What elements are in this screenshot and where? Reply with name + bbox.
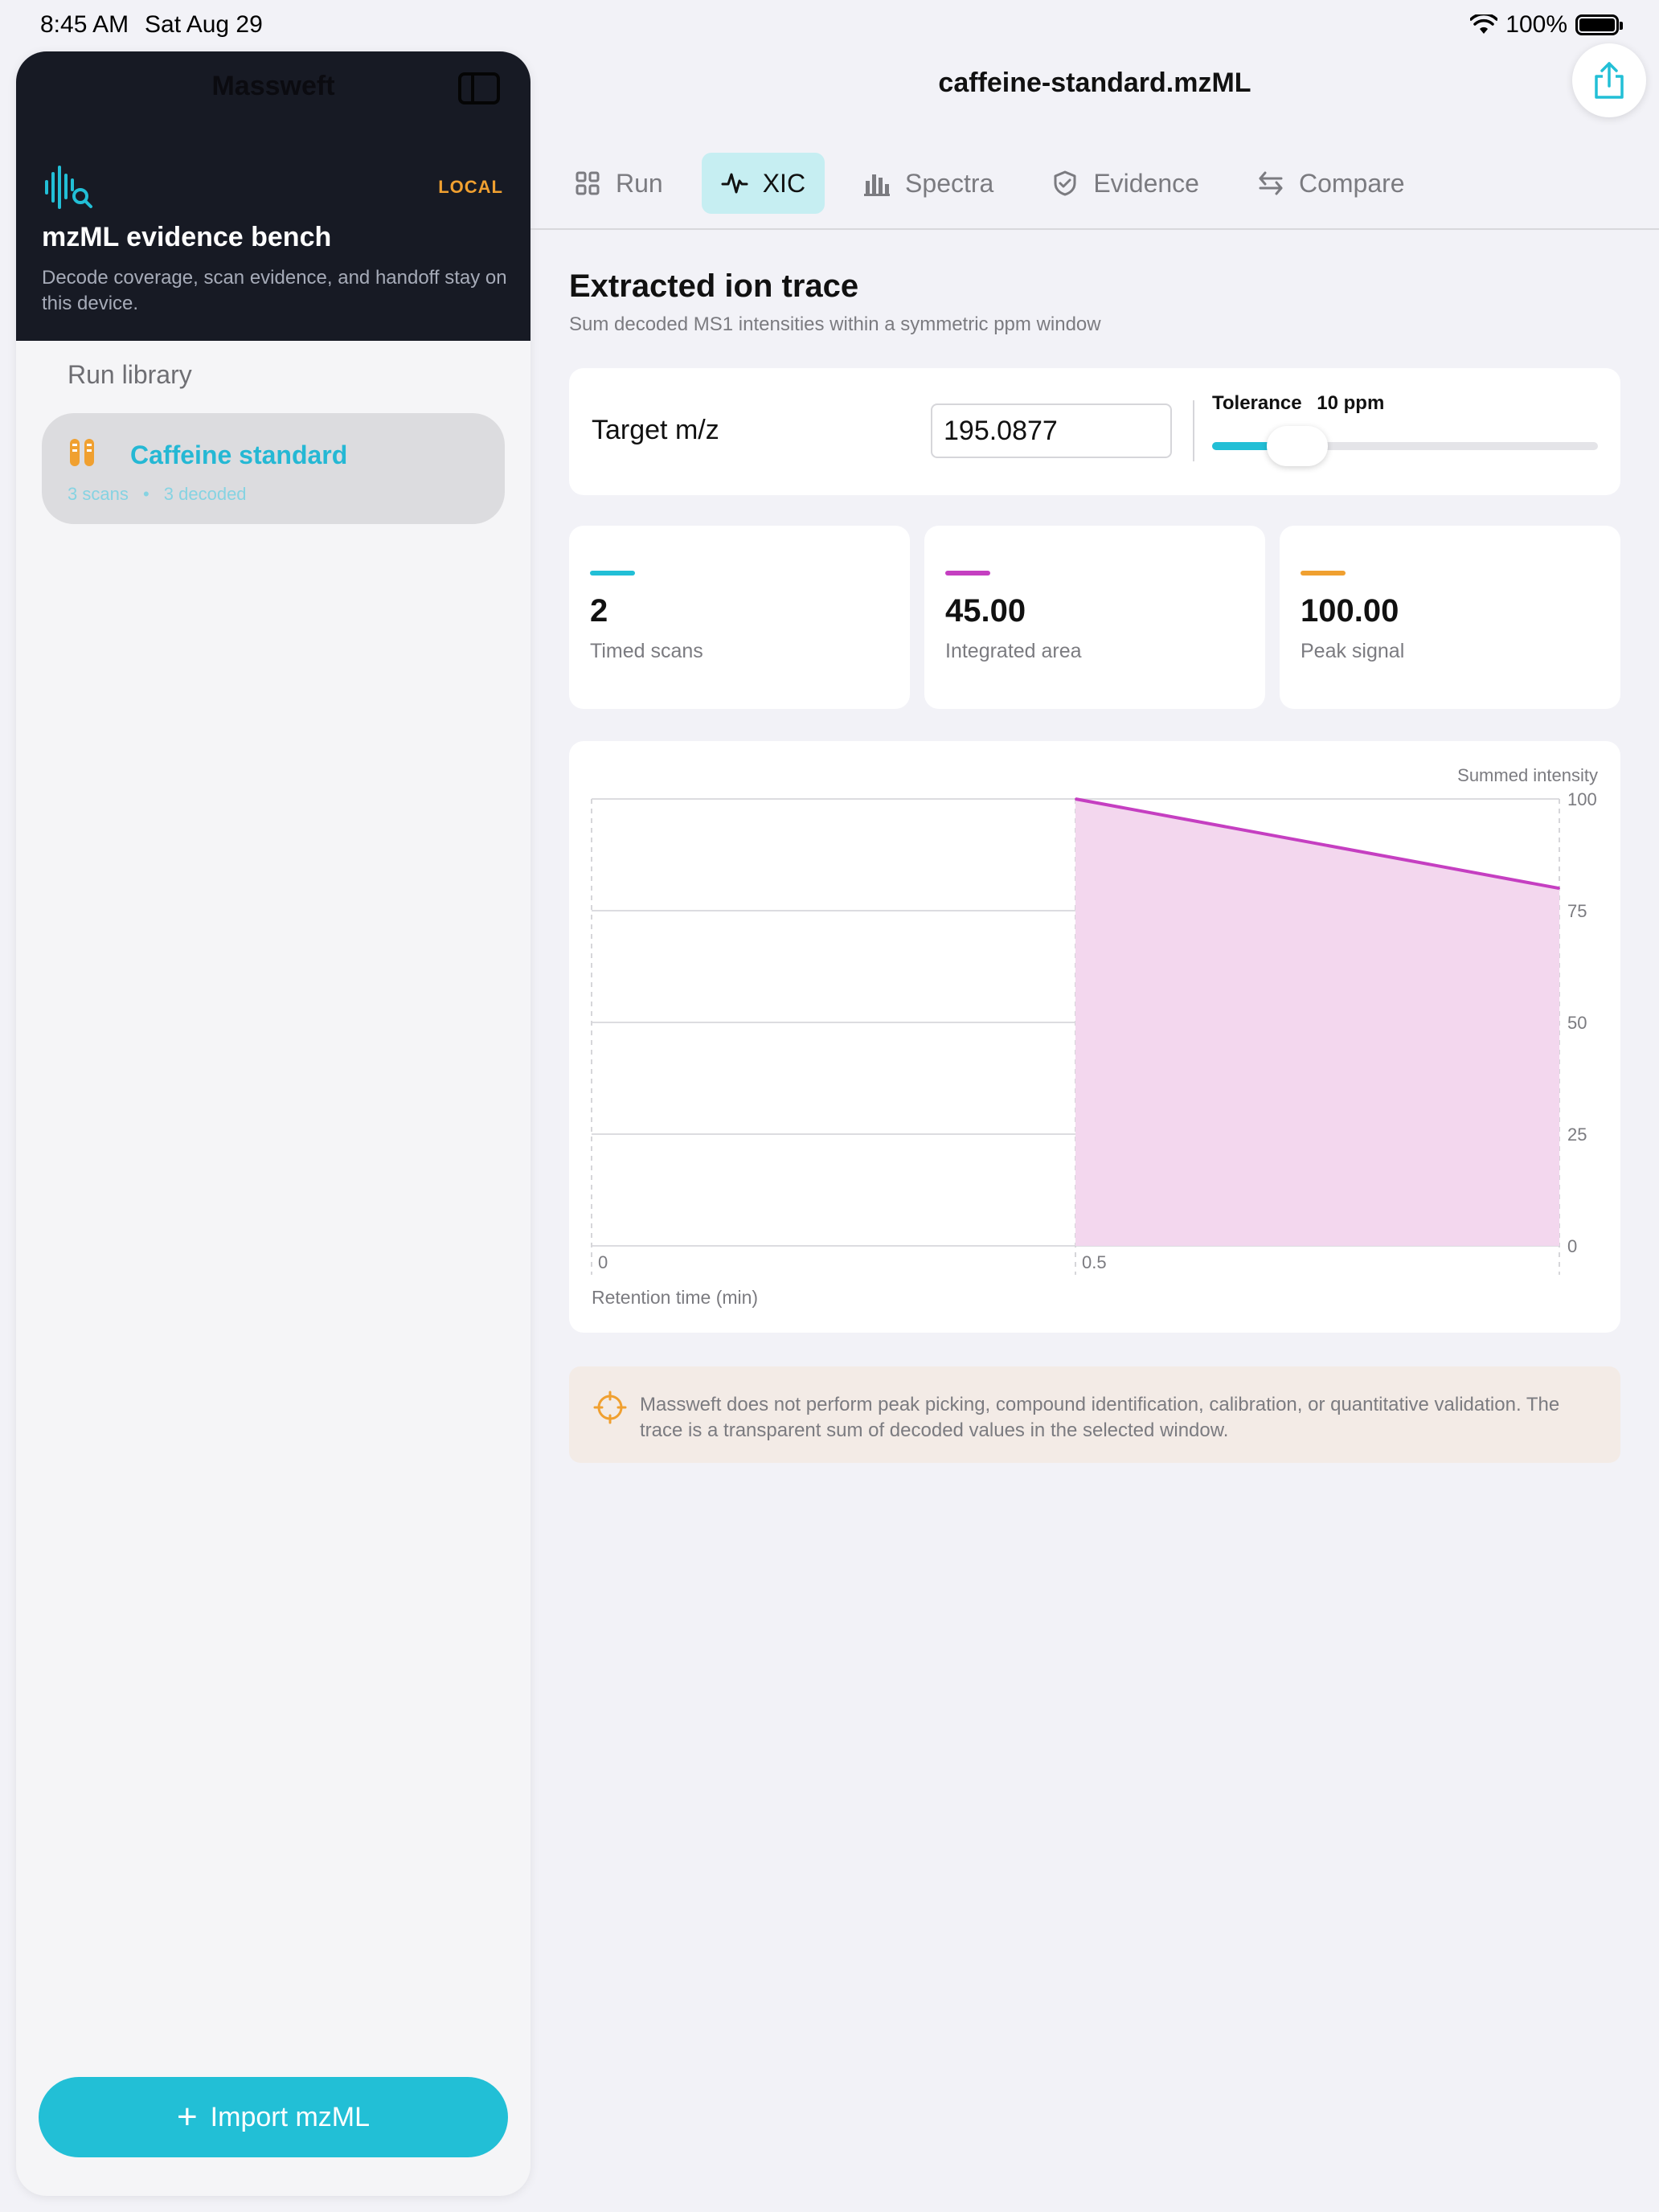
disclaimer-text: Massweft does not perform peak picking, … [640,1394,1560,1441]
run-meta-separator: • [142,484,150,504]
stat-color-bar [945,571,990,576]
share-icon [1595,62,1624,99]
section-subtitle: Sum decoded MS1 intensities within a sym… [569,313,1101,335]
tab-xic-label: XIC [762,168,806,198]
tolerance-label: Tolerance 10 ppm [1212,392,1384,415]
run-library-label: Run library [68,360,192,389]
test-tubes-icon [70,439,94,466]
section-title: Extracted ion trace [569,268,859,304]
run-meta: 3 scans • 3 decoded [68,484,247,505]
stat-value: 2 [590,593,608,629]
y-tick-label: 100 [1567,789,1597,809]
sidebar-hero: Massweft LOCAL mzML evidence bench Decod… [16,51,530,341]
stat-color-bar [590,571,635,576]
stat-value: 100.00 [1301,593,1399,629]
stat-card-timed-scans: 2 Timed scans [569,526,910,709]
tolerance-slider[interactable] [1212,426,1598,466]
divider [1193,400,1194,461]
status-date: Sat Aug 29 [145,11,263,38]
target-card: Target m/z Tolerance 10 ppm [569,368,1620,495]
stat-label: Peak signal [1301,640,1405,662]
tolerance-value: 10 ppm [1317,392,1385,414]
import-mzml-button[interactable]: + Import mzML [39,2077,508,2157]
stat-label: Timed scans [590,640,703,662]
x-axis-label: Retention time (min) [592,1287,758,1308]
x-tick-label: 0.5 [1082,1252,1107,1272]
tab-compare-label: Compare [1298,168,1405,198]
disclaimer-note: Massweft does not perform peak picking, … [569,1366,1620,1463]
target-mz-input[interactable] [931,403,1172,458]
target-mz-label: Target m/z [592,415,719,445]
shield-check-icon [1054,170,1076,196]
waveform-icon [721,173,748,194]
run-name: Caffeine standard [130,440,348,469]
x-tick-label: 0 [598,1252,608,1272]
import-label: Import mzML [210,2101,371,2132]
arrows-swap-icon [1259,171,1283,195]
battery-percent: 100% [1505,11,1567,38]
slider-thumb[interactable] [1267,426,1328,466]
run-scans: 3 scans [68,484,129,504]
battery-icon [1575,14,1623,35]
tab-bar: Run XIC Spectra Evidence Compare [555,153,1424,214]
status-bar: 8:45 AM Sat Aug 29 100% [0,0,1659,51]
status-time: 8:45 AM [40,11,129,38]
run-decoded: 3 decoded [163,484,247,504]
app-title: Massweft [211,71,335,101]
stat-label: Integrated area [945,640,1082,662]
tab-spectra[interactable]: Spectra [844,153,1013,214]
tab-compare[interactable]: Compare [1238,153,1424,214]
stat-value: 45.00 [945,593,1026,629]
bar-chart-icon [864,174,891,196]
stat-color-bar [1301,571,1346,576]
tab-xic[interactable]: XIC [701,153,825,214]
tab-divider [530,228,1659,230]
data-point [1559,887,1560,890]
share-button[interactable] [1572,43,1646,117]
local-badge: LOCAL [438,177,503,197]
tab-run-label: Run [616,168,663,198]
y-tick-label: 75 [1567,901,1587,921]
data-point [1075,798,1076,800]
y-tick-label: 50 [1567,1013,1587,1033]
grid-icon [576,171,600,195]
stat-card-peak-signal: 100.00 Peak signal [1280,526,1620,709]
y-tick-label: 25 [1567,1124,1587,1145]
stat-card-integrated-area: 45.00 Integrated area [924,526,1265,709]
wifi-icon [1470,14,1498,34]
y-axis-label: Summed intensity [1457,765,1598,785]
document-title: caffeine-standard.mzML [938,68,1251,98]
tab-spectra-label: Spectra [905,168,994,198]
xic-chart: 100 75 50 25 0 0 0.5 Summed intensity Retention … [591,765,1598,1308]
tab-evidence[interactable]: Evidence [1032,153,1219,214]
sidebar-toggle-icon[interactable] [458,72,500,104]
tab-evidence-label: Evidence [1093,168,1199,198]
hero-title: mzML evidence bench [42,222,332,252]
run-item-caffeine-standard[interactable]: Caffeine standard 3 scans • 3 decoded [42,413,505,524]
plus-icon: + [176,2097,198,2136]
tab-run[interactable]: Run [555,153,682,214]
sidebar: Massweft LOCAL mzML evidence bench Decod… [16,51,530,2196]
crosshair-icon [593,1391,627,1424]
series-area [1075,799,1559,1246]
status-indicators: 100% [1470,11,1623,39]
tolerance-title: Tolerance [1212,392,1302,414]
xic-chart-card: 100 75 50 25 0 0 0.5 Summed intensity Retention … [569,741,1620,1333]
hero-description: Decode coverage, scan evidence, and hand… [42,267,507,314]
waveform-search-icon [45,166,92,209]
y-tick-label: 0 [1567,1236,1577,1256]
